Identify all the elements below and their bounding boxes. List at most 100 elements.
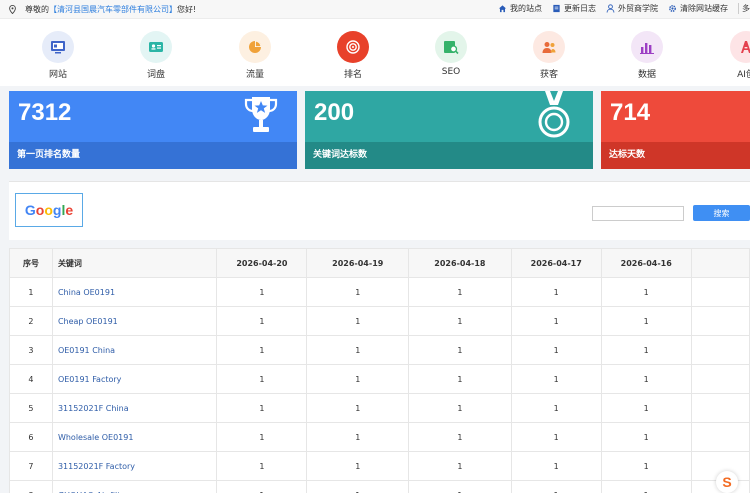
sogou-input-icon[interactable]: S: [716, 471, 738, 493]
row-index: 3: [9, 335, 53, 365]
rank-cell: [690, 277, 750, 307]
header-keyword: 关键词: [51, 248, 218, 278]
keyword-link[interactable]: China OE0191: [51, 277, 218, 307]
keyword-link[interactable]: OE0191 Factory: [51, 364, 218, 394]
target-icon: [346, 40, 360, 54]
location-pin-icon: [9, 5, 16, 14]
search-engine-panel: Google 搜索: [9, 181, 750, 240]
header-date: 2026-04-16: [600, 248, 692, 278]
nav-item-traffic[interactable]: 流量: [225, 31, 285, 80]
header-date: 2026-04-20: [216, 248, 308, 278]
row-index: 7: [9, 451, 53, 481]
rank-cell: 1: [216, 335, 308, 365]
nav-label: 词盘: [146, 70, 165, 80]
nav-item-ranking[interactable]: 排名: [323, 31, 383, 80]
ai-icon: [741, 41, 750, 53]
monitor-icon: [51, 41, 65, 54]
more-label: 多: [742, 4, 750, 13]
table-row: 2 Cheap OE0191 1 1 1 1 1: [9, 306, 750, 336]
stat-label: 关键词达标数: [305, 142, 593, 169]
rank-cell: 1: [408, 451, 512, 481]
rank-cell: 1: [510, 480, 602, 493]
stat-label: 达标天数: [601, 142, 750, 169]
ranking-table: 序号 关键词 2026-04-20 2026-04-19 2026-04-18 …: [9, 248, 750, 493]
rank-cell: 1: [306, 393, 410, 423]
more-link[interactable]: 多: [738, 3, 750, 14]
stat-value: 200: [314, 99, 355, 126]
search-button[interactable]: 搜索: [693, 205, 750, 221]
target-days-card[interactable]: 714 达标天数: [601, 91, 750, 169]
bar-chart-icon: [640, 43, 654, 54]
rank-cell: 1: [510, 364, 602, 394]
nav-item-website[interactable]: 网站: [28, 31, 88, 80]
keyword-link[interactable]: 31152021F Factory: [51, 451, 218, 481]
nav-label: 获客: [539, 70, 558, 80]
google-logo-letter: g: [52, 202, 62, 218]
nav-icon-circle: [533, 31, 565, 63]
nav-item-ai[interactable]: AI创: [716, 31, 750, 80]
changelog-link[interactable]: 更新日志: [552, 3, 596, 14]
user-icon: [606, 4, 615, 13]
google-logo-letter: o: [44, 202, 53, 218]
stat-value: 714: [610, 99, 651, 126]
keyword-search-input[interactable]: [592, 206, 684, 221]
stat-value: 7312: [18, 99, 72, 126]
row-index: 6: [9, 422, 53, 452]
google-logo-tab[interactable]: Google: [15, 193, 83, 227]
keyword-link[interactable]: 31152021F China: [51, 393, 218, 423]
main-nav: 网站 词盘 流量 排名 SEO 获客 数据 AI: [0, 19, 750, 86]
rank-cell: [690, 422, 750, 452]
greeting: 尊敬的 【清河县国晨汽车零部件有限公司】 您好!: [8, 4, 196, 15]
medal-icon: [538, 91, 570, 138]
rank-cell: 1: [306, 277, 410, 307]
nav-icon-circle: [42, 31, 74, 63]
keyword-target-card[interactable]: 200 关键词达标数: [305, 91, 593, 169]
rank-cell: 1: [306, 306, 410, 336]
keyword-link[interactable]: Wholesale OE0191: [51, 422, 218, 452]
row-index: 8: [9, 480, 53, 493]
google-logo-letter: e: [65, 202, 74, 218]
rank-cell: 1: [510, 451, 602, 481]
rank-cell: 1: [306, 480, 410, 493]
table-row: 5 31152021F China 1 1 1 1 1: [9, 393, 750, 423]
rank-cell: 1: [408, 480, 512, 493]
header-date: [690, 248, 750, 278]
nav-label: 数据: [637, 70, 656, 80]
company-name-link[interactable]: 【清河县国晨汽车零部件有限公司】: [49, 4, 177, 15]
home-icon: [498, 5, 507, 13]
header-date: 2026-04-19: [306, 248, 410, 278]
rank-cell: 1: [510, 422, 602, 452]
row-index: 2: [9, 306, 53, 336]
clear-cache-link[interactable]: 清除网站缓存: [668, 3, 728, 14]
nav-item-seo[interactable]: SEO: [421, 31, 481, 77]
rank-cell: 1: [408, 393, 512, 423]
keyword-link[interactable]: Cheap OE0191: [51, 306, 218, 336]
trade-academy-link[interactable]: 外贸商学院: [606, 3, 658, 14]
changelog-label: 更新日志: [564, 4, 596, 13]
table-row: 7 31152021F Factory 1 1 1 1 1: [9, 451, 750, 481]
rank-cell: [690, 335, 750, 365]
keyword-link[interactable]: OE0191 China: [51, 335, 218, 365]
nav-label: AI创: [737, 70, 750, 80]
nav-item-data[interactable]: 数据: [617, 31, 677, 80]
row-index: 5: [9, 393, 53, 423]
table-row: 1 China OE0191 1 1 1 1 1: [9, 277, 750, 307]
rank-cell: 1: [408, 335, 512, 365]
table-row: 6 Wholesale OE0191 1 1 1 1 1: [9, 422, 750, 452]
nav-item-keywords[interactable]: 词盘: [126, 31, 186, 80]
header-index: 序号: [9, 248, 53, 278]
row-index: 4: [9, 364, 53, 394]
nav-icon-circle: [140, 31, 172, 63]
first-page-ranking-card[interactable]: 7312 第一页排名数量: [9, 91, 297, 169]
customers-icon: [542, 42, 556, 53]
rank-cell: 1: [600, 277, 692, 307]
my-site-link[interactable]: 我的站点: [498, 3, 542, 14]
keyword-link[interactable]: GUOHAO Air filter: [51, 480, 218, 493]
greeting-prefix: 尊敬的: [25, 5, 49, 14]
rank-cell: 1: [306, 422, 410, 452]
nav-item-customers[interactable]: 获客: [519, 31, 579, 80]
rank-cell: 1: [600, 306, 692, 336]
my-site-label: 我的站点: [510, 4, 542, 13]
rank-cell: 1: [510, 393, 602, 423]
rank-cell: 1: [600, 364, 692, 394]
